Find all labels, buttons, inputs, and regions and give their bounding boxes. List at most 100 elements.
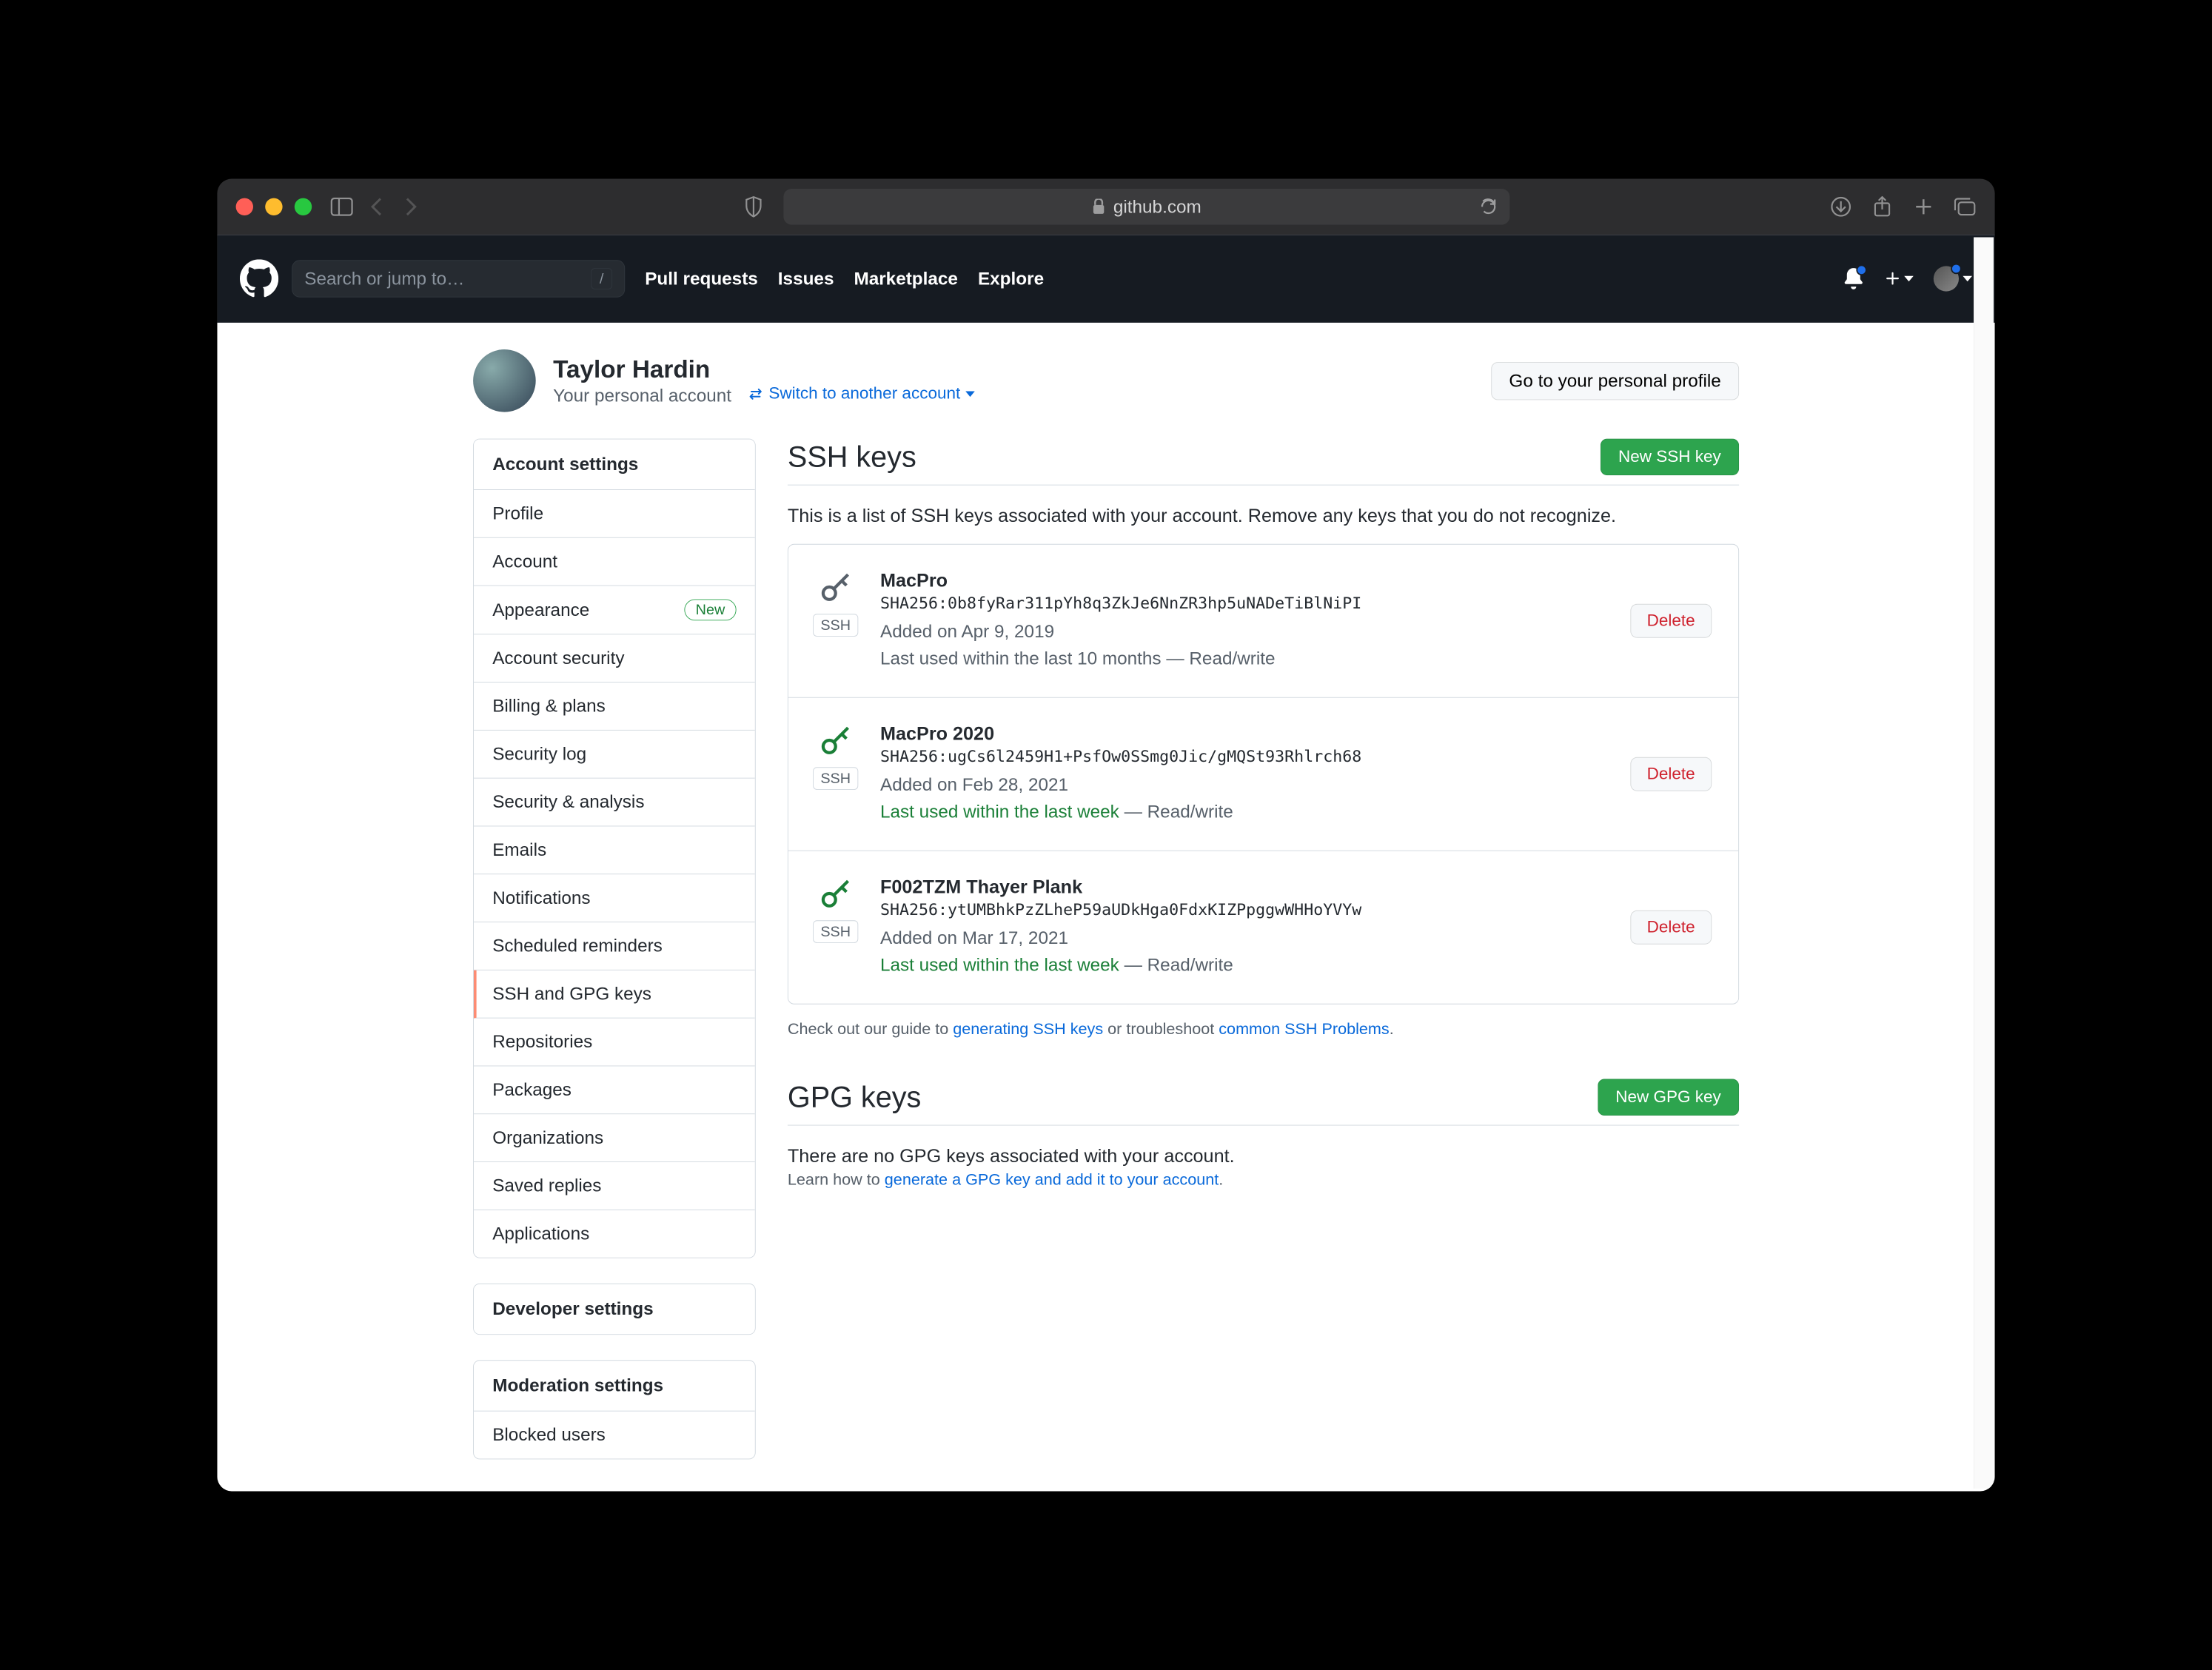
- sidebar-item-organizations[interactable]: Organizations: [474, 1114, 755, 1162]
- sidebar-item-ssh-and-gpg-keys[interactable]: SSH and GPG keys: [474, 970, 755, 1019]
- key-body: MacPro SHA256:0b8fyRar311pYh8q3ZkJe6NnZR…: [880, 570, 1606, 672]
- minimize-window-button[interactable]: [265, 198, 282, 215]
- nav-pull-requests[interactable]: Pull requests: [645, 269, 758, 289]
- sidebar-item-profile[interactable]: Profile: [474, 490, 755, 538]
- sidebar-item-account-security[interactable]: Account security: [474, 634, 755, 683]
- sidebar-item-blocked-users[interactable]: Blocked users: [474, 1412, 755, 1459]
- key-icon-column: SSH: [815, 876, 857, 943]
- avatar: [1934, 266, 1959, 291]
- sidebar-toggle-icon[interactable]: [330, 195, 353, 218]
- sidebar-item-packages[interactable]: Packages: [474, 1066, 755, 1114]
- caret-down-icon: [1904, 275, 1914, 282]
- sidebar-item-account[interactable]: Account: [474, 538, 755, 586]
- key-icon: [817, 876, 854, 913]
- key-last-used: Last used within the last 10 months — Re…: [880, 645, 1606, 671]
- switch-account-link[interactable]: Switch to another account: [747, 384, 975, 403]
- delete-key-button[interactable]: Delete: [1630, 911, 1712, 945]
- nav-forward-icon[interactable]: [400, 195, 423, 218]
- common-ssh-problems-link[interactable]: common SSH Problems: [1219, 1020, 1389, 1038]
- ssh-keys-list: SSH MacPro SHA256:0b8fyRar311pYh8q3ZkJe6…: [788, 544, 1739, 1005]
- github-logo-icon[interactable]: [240, 259, 278, 298]
- ssh-description: This is a list of SSH keys associated wi…: [788, 506, 1739, 527]
- go-to-profile-button[interactable]: Go to your personal profile: [1491, 362, 1739, 400]
- key-icon-column: SSH: [815, 723, 857, 790]
- sidebar-item-repositories[interactable]: Repositories: [474, 1019, 755, 1067]
- new-ssh-key-button[interactable]: New SSH key: [1601, 439, 1739, 476]
- ssh-guide-hint: Check out our guide to generating SSH ke…: [788, 1020, 1739, 1039]
- key-body: F002TZM Thayer Plank SHA256:ytUMBhkPzZLh…: [880, 876, 1606, 979]
- sidebar-item-scheduled-reminders[interactable]: Scheduled reminders: [474, 922, 755, 970]
- profile-avatar[interactable]: [473, 349, 536, 412]
- menu-header-moderation: Moderation settings: [474, 1361, 755, 1411]
- sidebar-item-appearance[interactable]: AppearanceNew: [474, 586, 755, 634]
- user-menu[interactable]: [1934, 266, 1972, 291]
- key-last-used: Last used within the last week — Read/wr…: [880, 798, 1606, 825]
- url-host: github.com: [1113, 196, 1201, 217]
- key-icon: [817, 723, 854, 760]
- gpg-description: There are no GPG keys associated with yo…: [788, 1145, 1739, 1167]
- nav-marketplace[interactable]: Marketplace: [854, 269, 957, 289]
- main-content: SSH keys New SSH key This is a list of S…: [788, 439, 1739, 1230]
- sidebar-item-applications[interactable]: Applications: [474, 1210, 755, 1258]
- window-controls: [236, 198, 312, 215]
- menu-header-account: Account settings: [474, 439, 755, 489]
- create-new-dropdown[interactable]: [1884, 270, 1914, 287]
- caret-down-icon: [965, 391, 975, 398]
- avatar-dot: [1951, 264, 1961, 274]
- sidebar-item-billing-plans[interactable]: Billing & plans: [474, 683, 755, 731]
- switch-icon: [747, 386, 763, 402]
- page-body: Taylor Hardin Your personal account Swit…: [217, 323, 1994, 1492]
- new-tab-icon[interactable]: [1912, 195, 1935, 218]
- nav-back-icon[interactable]: [365, 195, 388, 218]
- key-name: MacPro: [880, 570, 1606, 591]
- url-bar[interactable]: github.com: [783, 189, 1509, 225]
- ssh-key-item: SSH F002TZM Thayer Plank SHA256:ytUMBhkP…: [788, 851, 1738, 1004]
- generating-ssh-keys-link[interactable]: generating SSH keys: [953, 1020, 1103, 1038]
- page-viewport: Search or jump to… / Pull requests Issue…: [217, 235, 1994, 1491]
- maximize-window-button[interactable]: [295, 198, 312, 215]
- profile-name: Taylor Hardin: [553, 355, 975, 384]
- gpg-title: GPG keys: [788, 1081, 921, 1114]
- global-search-input[interactable]: Search or jump to… /: [292, 260, 625, 297]
- delete-key-button[interactable]: Delete: [1630, 604, 1712, 638]
- nav-explore[interactable]: Explore: [978, 269, 1044, 289]
- key-added: Added on Mar 17, 2021: [880, 925, 1606, 951]
- reload-icon[interactable]: [1479, 197, 1498, 217]
- key-added: Added on Feb 28, 2021: [880, 771, 1606, 798]
- sidebar-item-saved-replies[interactable]: Saved replies: [474, 1162, 755, 1210]
- generate-gpg-key-link[interactable]: generate a GPG key and add it to your ac…: [885, 1171, 1219, 1189]
- primary-nav: Pull requests Issues Marketplace Explore: [645, 269, 1044, 289]
- key-added: Added on Apr 9, 2019: [880, 618, 1606, 645]
- ssh-key-item: SSH MacPro SHA256:0b8fyRar311pYh8q3ZkJe6…: [788, 545, 1738, 698]
- key-fingerprint: SHA256:ugCs6l2459H1+PsfOw0SSmg0Jic/gMQSt…: [880, 747, 1606, 765]
- share-icon[interactable]: [1871, 195, 1894, 218]
- notifications-icon[interactable]: [1843, 267, 1864, 290]
- github-header: Search or jump to… / Pull requests Issue…: [217, 235, 1994, 323]
- key-fingerprint: SHA256:ytUMBhkPzZLheP59aUDkHga0FdxKIZPpg…: [880, 900, 1606, 919]
- new-gpg-key-button[interactable]: New GPG key: [1598, 1079, 1739, 1116]
- new-badge: New: [684, 599, 736, 620]
- delete-key-button[interactable]: Delete: [1630, 757, 1712, 791]
- settings-sidebar: Account settings ProfileAccountAppearanc…: [473, 439, 756, 1485]
- shield-icon[interactable]: [743, 195, 765, 218]
- gpg-learn-hint: Learn how to generate a GPG key and add …: [788, 1171, 1739, 1190]
- ssh-key-item: SSH MacPro 2020 SHA256:ugCs6l2459H1+PsfO…: [788, 698, 1738, 851]
- key-type-badge: SSH: [813, 614, 858, 637]
- sidebar-item-notifications[interactable]: Notifications: [474, 874, 755, 922]
- close-window-button[interactable]: [236, 198, 253, 215]
- sidebar-item-emails[interactable]: Emails: [474, 826, 755, 874]
- search-placeholder: Search or jump to…: [304, 269, 464, 289]
- developer-settings-menu[interactable]: Developer settings: [473, 1284, 756, 1335]
- downloads-icon[interactable]: [1829, 195, 1852, 218]
- moderation-settings-menu: Moderation settings Blocked users: [473, 1360, 756, 1459]
- sidebar-item-security-log[interactable]: Security log: [474, 731, 755, 779]
- notification-dot: [1856, 265, 1866, 275]
- nav-issues[interactable]: Issues: [778, 269, 834, 289]
- scrollbar[interactable]: [1974, 238, 1994, 1489]
- lock-icon: [1092, 199, 1105, 215]
- tabs-overview-icon[interactable]: [1954, 195, 1977, 218]
- key-last-used: Last used within the last week — Read/wr…: [880, 951, 1606, 978]
- search-hotkey-badge: /: [591, 268, 612, 289]
- key-body: MacPro 2020 SHA256:ugCs6l2459H1+PsfOw0SS…: [880, 723, 1606, 825]
- sidebar-item-security-analysis[interactable]: Security & analysis: [474, 779, 755, 827]
